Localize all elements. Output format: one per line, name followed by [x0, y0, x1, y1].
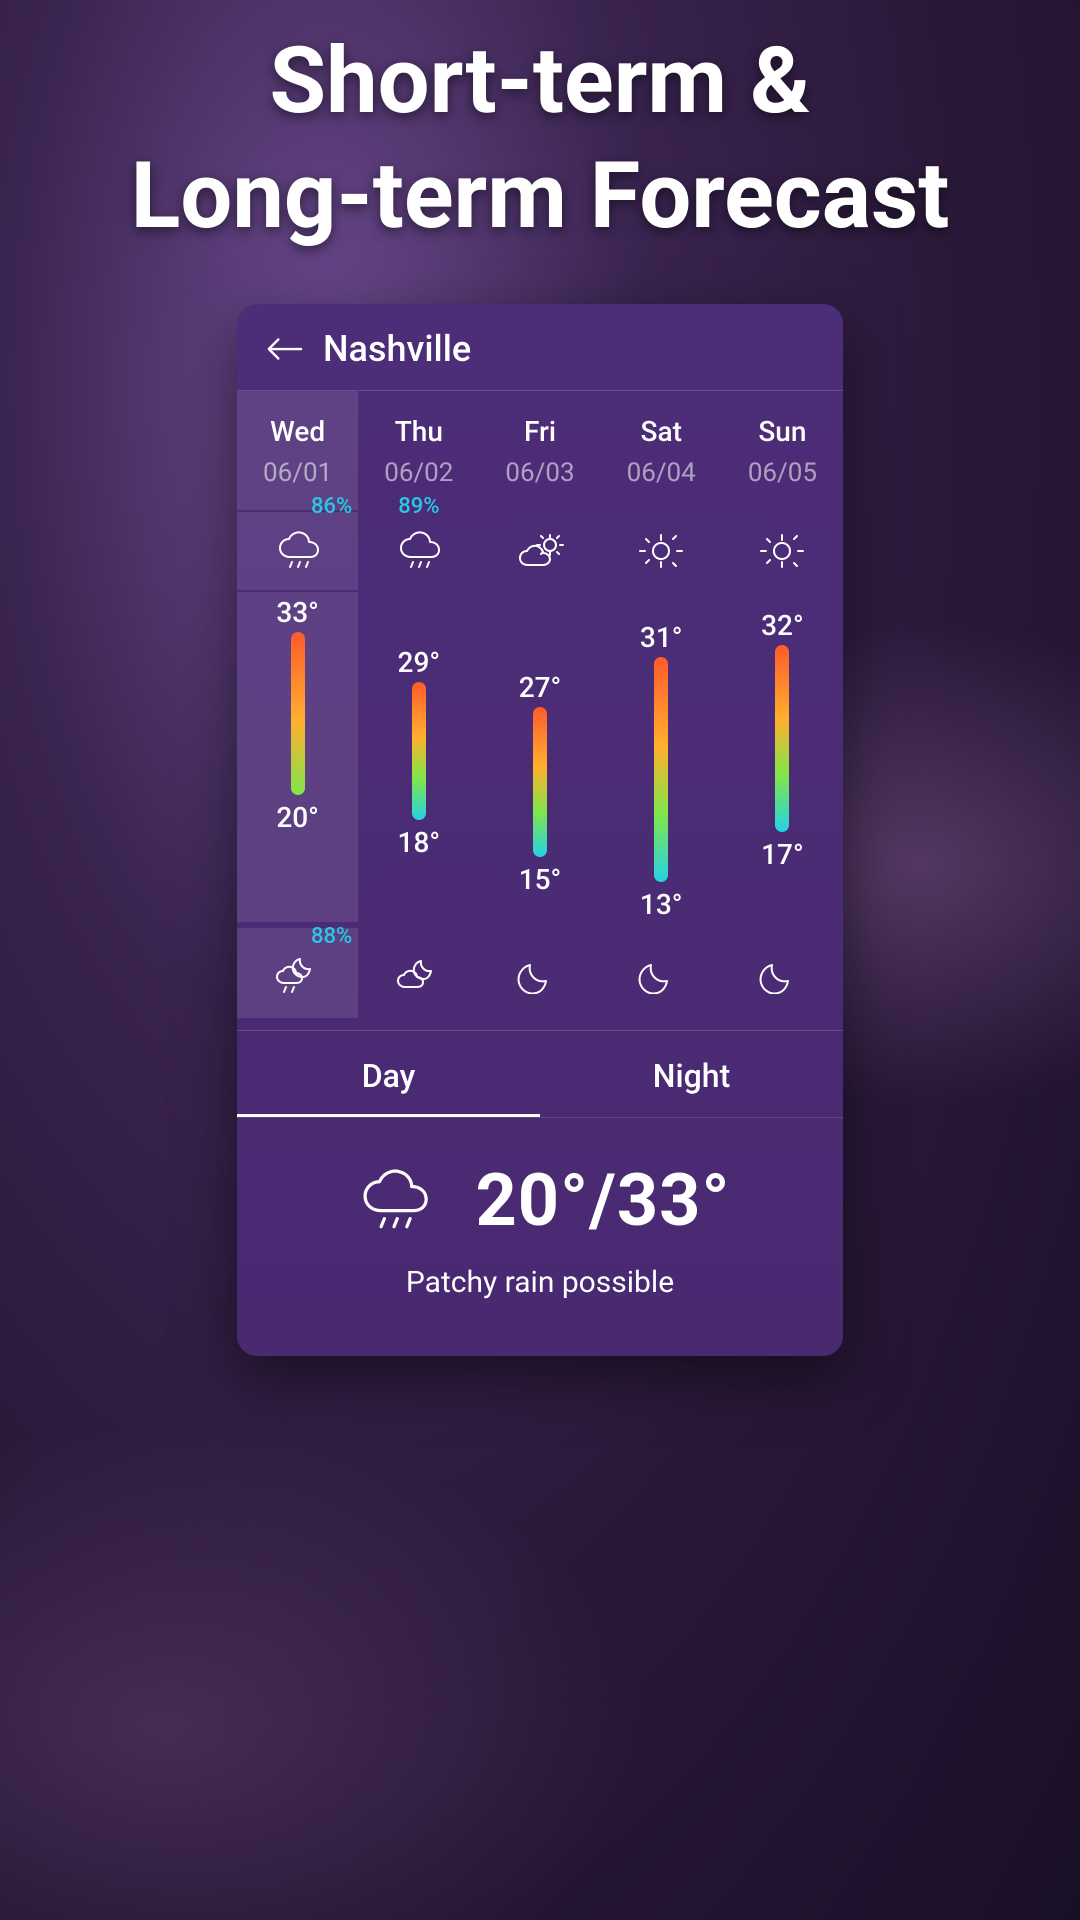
day-night-tabs: Day Night	[237, 1030, 843, 1117]
sun-icon	[633, 530, 689, 572]
moon-cloud-icon	[391, 952, 447, 994]
day-name: Wed	[237, 415, 358, 448]
precip-chance: 88%	[311, 924, 352, 949]
temp-high: 32°	[761, 609, 804, 642]
temp-bar-cell: 33° 20°	[237, 592, 358, 922]
temp-low: 15°	[519, 863, 562, 896]
day-weather-icon-cell	[722, 512, 843, 590]
day-weather-icon-cell: 89%	[358, 512, 479, 590]
temp-bar	[775, 645, 789, 833]
day-date: 06/03	[479, 458, 600, 488]
night-weather-icon-cell	[601, 928, 722, 1018]
temp-bar	[533, 707, 547, 857]
day-date: 06/05	[722, 458, 843, 488]
night-weather-icon-cell	[479, 928, 600, 1018]
day-column[interactable]: Sat 06/04	[601, 391, 722, 510]
rain-icon	[391, 530, 447, 572]
moon-icon	[754, 952, 810, 994]
summary-temp: 20°/33°	[475, 1158, 730, 1243]
partly-icon	[512, 530, 568, 572]
day-name: Fri	[479, 415, 600, 448]
night-weather-icon-cell: 88%	[237, 928, 358, 1018]
hero-line-2: Long-term Forecast	[0, 139, 1080, 254]
back-arrow-icon[interactable]	[265, 335, 303, 363]
moon-rain-icon	[270, 952, 326, 994]
day-headers-row: Wed 06/01Thu 06/02Fri 06/03Sat 06/04Sun 06/05	[237, 391, 843, 510]
temp-bar-cell: 27° 15°	[479, 592, 600, 922]
temp-low: 13°	[640, 888, 683, 921]
temp-bar	[654, 657, 668, 882]
location-name: Nashville	[323, 328, 471, 370]
temp-bar-cell: 31° 13°	[601, 592, 722, 922]
day-icons-row: 86%89%	[237, 512, 843, 590]
day-name: Sat	[601, 415, 722, 448]
day-weather-icon-cell: 86%	[237, 512, 358, 590]
day-date: 06/04	[601, 458, 722, 488]
temp-high: 27°	[519, 671, 562, 704]
precip-chance: 86%	[311, 494, 352, 519]
temp-high: 33°	[276, 596, 319, 629]
summary-desc: Patchy rain possible	[406, 1265, 674, 1300]
tab-night[interactable]: Night	[540, 1031, 843, 1117]
temp-low: 17°	[761, 838, 804, 871]
rain-icon	[270, 530, 326, 572]
day-weather-icon-cell	[601, 512, 722, 590]
day-weather-icon-cell	[479, 512, 600, 590]
temp-bar-cell: 32° 17°	[722, 592, 843, 922]
temp-bar-cell: 29° 18°	[358, 592, 479, 922]
weather-app-card: Nashville Wed06/01Thu06/02Fri06/03Sat06/…	[237, 304, 843, 1356]
temp-bar	[412, 682, 426, 820]
precip-chance: 89%	[398, 494, 439, 519]
day-column[interactable]: Wed 06/01	[237, 391, 358, 510]
moon-icon	[633, 952, 689, 994]
hero-line-1: Short-term &	[0, 24, 1080, 139]
night-weather-icon-cell	[358, 928, 479, 1018]
temp-bar	[291, 632, 305, 795]
summary-panel: 20°/33° Patchy rain possible	[237, 1117, 843, 1356]
day-date: 06/02	[358, 458, 479, 488]
day-column[interactable]: Sun 06/05	[722, 391, 843, 510]
rain-icon	[349, 1167, 439, 1235]
night-weather-icon-cell	[722, 928, 843, 1018]
tab-day[interactable]: Day	[237, 1031, 540, 1117]
app-header: Nashville	[237, 304, 843, 391]
day-column[interactable]: Fri 06/03	[479, 391, 600, 510]
temp-high: 29°	[398, 646, 441, 679]
sun-icon	[754, 530, 810, 572]
temp-low: 18°	[398, 826, 441, 859]
temp-low: 20°	[276, 801, 319, 834]
day-date: 06/01	[237, 458, 358, 488]
moon-icon	[512, 952, 568, 994]
hero-title: Short-term & Long-term Forecast	[0, 0, 1080, 254]
temp-bars-row: 33° 20° 29° 18° 27° 15° 31° 13° 32° 17°	[237, 592, 843, 922]
day-name: Sun	[722, 415, 843, 448]
temp-high: 31°	[640, 621, 683, 654]
day-name: Thu	[358, 415, 479, 448]
night-icons-row: 88%	[237, 928, 843, 1018]
day-column[interactable]: Thu 06/02	[358, 391, 479, 510]
